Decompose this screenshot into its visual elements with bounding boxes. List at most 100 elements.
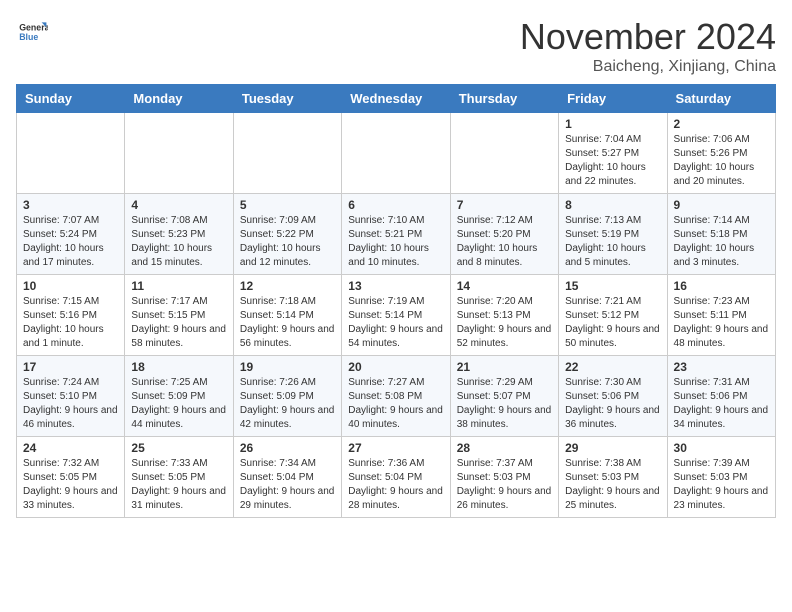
calendar-cell: 2 Sunrise: 7:06 AM Sunset: 5:26 PM Daylig…: [667, 113, 775, 194]
day-info: Sunrise: 7:18 AM Sunset: 5:14 PM Dayligh…: [240, 295, 335, 351]
day-info: Sunrise: 7:26 AM Sunset: 5:09 PM Dayligh…: [240, 376, 335, 432]
day-info: Sunrise: 7:24 AM Sunset: 5:10 PM Dayligh…: [23, 376, 118, 432]
calendar-cell: 24 Sunrise: 7:32 AM Sunset: 5:05 PM Dayli…: [17, 437, 125, 518]
calendar-cell: [233, 113, 341, 194]
day-number: 9: [674, 198, 769, 212]
location: Baicheng, Xinjiang, China: [520, 58, 776, 76]
day-info: Sunrise: 7:20 AM Sunset: 5:13 PM Dayligh…: [457, 295, 552, 351]
calendar-cell: 25Sunrise: 7:33 AM Sunset: 5:05 PM Dayli…: [125, 437, 233, 518]
svg-text:Blue: Blue: [19, 32, 38, 42]
calendar-cell: 7 Sunrise: 7:12 AM Sunset: 5:20 PM Daylig…: [450, 194, 558, 275]
day-number: 23: [674, 360, 769, 374]
day-number: 7: [457, 198, 552, 212]
day-info: Sunrise: 7:13 AM Sunset: 5:19 PM Dayligh…: [565, 214, 660, 270]
logo-icon: General Blue: [16, 16, 48, 48]
day-info: Sunrise: 7:21 AM Sunset: 5:12 PM Dayligh…: [565, 295, 660, 351]
calendar-cell: 10Sunrise: 7:15 AM Sunset: 5:16 PM Dayli…: [17, 275, 125, 356]
calendar-day-header: Friday: [559, 85, 667, 113]
day-info: Sunrise: 7:25 AM Sunset: 5:09 PM Dayligh…: [131, 376, 226, 432]
day-number: 5: [240, 198, 335, 212]
day-number: 8: [565, 198, 660, 212]
day-number: 21: [457, 360, 552, 374]
day-number: 27: [348, 441, 443, 455]
day-info: Sunrise: 7:34 AM Sunset: 5:04 PM Dayligh…: [240, 457, 335, 513]
day-info: Sunrise: 7:39 AM Sunset: 5:03 PM Dayligh…: [674, 457, 769, 513]
day-number: 15: [565, 279, 660, 293]
day-info: Sunrise: 7:33 AM Sunset: 5:05 PM Dayligh…: [131, 457, 226, 513]
day-info: Sunrise: 7:29 AM Sunset: 5:07 PM Dayligh…: [457, 376, 552, 432]
day-number: 28: [457, 441, 552, 455]
calendar-cell: [450, 113, 558, 194]
day-number: 22: [565, 360, 660, 374]
day-info: Sunrise: 7:17 AM Sunset: 5:15 PM Dayligh…: [131, 295, 226, 351]
calendar-day-header: Thursday: [450, 85, 558, 113]
day-number: 12: [240, 279, 335, 293]
day-info: Sunrise: 7:32 AM Sunset: 5:05 PM Dayligh…: [23, 457, 118, 513]
calendar-cell: 27 Sunrise: 7:36 AM Sunset: 5:04 PM Dayli…: [342, 437, 450, 518]
day-info: Sunrise: 7:31 AM Sunset: 5:06 PM Dayligh…: [674, 376, 769, 432]
calendar-cell: 11 Sunrise: 7:17 AM Sunset: 5:15 PM Dayli…: [125, 275, 233, 356]
day-info: Sunrise: 7:15 AM Sunset: 5:16 PM Dayligh…: [23, 295, 118, 351]
calendar-cell: 26Sunrise: 7:34 AM Sunset: 5:04 PM Dayli…: [233, 437, 341, 518]
day-number: 4: [131, 198, 226, 212]
day-number: 16: [674, 279, 769, 293]
calendar-cell: 21 Sunrise: 7:29 AM Sunset: 5:07 PM Dayli…: [450, 356, 558, 437]
calendar-cell: [125, 113, 233, 194]
day-info: Sunrise: 7:07 AM Sunset: 5:24 PM Dayligh…: [23, 214, 118, 270]
day-info: Sunrise: 7:19 AM Sunset: 5:14 PM Dayligh…: [348, 295, 443, 351]
calendar-cell: 28 Sunrise: 7:37 AM Sunset: 5:03 PM Dayli…: [450, 437, 558, 518]
calendar-cell: 5 Sunrise: 7:09 AM Sunset: 5:22 PM Daylig…: [233, 194, 341, 275]
calendar-cell: 8 Sunrise: 7:13 AM Sunset: 5:19 PM Daylig…: [559, 194, 667, 275]
calendar-week-row: 3 Sunrise: 7:07 AM Sunset: 5:24 PM Daylig…: [17, 194, 776, 275]
calendar-day-header: Saturday: [667, 85, 775, 113]
calendar-cell: 1Sunrise: 7:04 AM Sunset: 5:27 PM Daylig…: [559, 113, 667, 194]
day-info: Sunrise: 7:27 AM Sunset: 5:08 PM Dayligh…: [348, 376, 443, 432]
page-header: General Blue November 2024 Baicheng, Xin…: [16, 16, 776, 76]
calendar-cell: 19Sunrise: 7:26 AM Sunset: 5:09 PM Dayli…: [233, 356, 341, 437]
day-info: Sunrise: 7:04 AM Sunset: 5:27 PM Dayligh…: [565, 133, 660, 189]
day-number: 11: [131, 279, 226, 293]
day-number: 20: [348, 360, 443, 374]
calendar-cell: 3 Sunrise: 7:07 AM Sunset: 5:24 PM Daylig…: [17, 194, 125, 275]
day-info: Sunrise: 7:08 AM Sunset: 5:23 PM Dayligh…: [131, 214, 226, 270]
day-info: Sunrise: 7:37 AM Sunset: 5:03 PM Dayligh…: [457, 457, 552, 513]
day-number: 6: [348, 198, 443, 212]
day-number: 13: [348, 279, 443, 293]
day-number: 3: [23, 198, 118, 212]
calendar-day-header: Monday: [125, 85, 233, 113]
calendar-day-header: Tuesday: [233, 85, 341, 113]
calendar: SundayMondayTuesdayWednesdayThursdayFrid…: [16, 84, 776, 518]
day-number: 18: [131, 360, 226, 374]
month-title: November 2024: [520, 16, 776, 58]
day-number: 2: [674, 117, 769, 131]
day-info: Sunrise: 7:14 AM Sunset: 5:18 PM Dayligh…: [674, 214, 769, 270]
day-number: 29: [565, 441, 660, 455]
calendar-week-row: 24 Sunrise: 7:32 AM Sunset: 5:05 PM Dayli…: [17, 437, 776, 518]
calendar-cell: 17Sunrise: 7:24 AM Sunset: 5:10 PM Dayli…: [17, 356, 125, 437]
day-number: 30: [674, 441, 769, 455]
day-info: Sunrise: 7:06 AM Sunset: 5:26 PM Dayligh…: [674, 133, 769, 189]
day-number: 24: [23, 441, 118, 455]
calendar-cell: 13 Sunrise: 7:19 AM Sunset: 5:14 PM Dayli…: [342, 275, 450, 356]
day-info: Sunrise: 7:09 AM Sunset: 5:22 PM Dayligh…: [240, 214, 335, 270]
calendar-week-row: 1Sunrise: 7:04 AM Sunset: 5:27 PM Daylig…: [17, 113, 776, 194]
calendar-cell: 18 Sunrise: 7:25 AM Sunset: 5:09 PM Dayli…: [125, 356, 233, 437]
day-number: 14: [457, 279, 552, 293]
day-info: Sunrise: 7:12 AM Sunset: 5:20 PM Dayligh…: [457, 214, 552, 270]
calendar-cell: [342, 113, 450, 194]
day-info: Sunrise: 7:38 AM Sunset: 5:03 PM Dayligh…: [565, 457, 660, 513]
calendar-cell: 14 Sunrise: 7:20 AM Sunset: 5:13 PM Dayli…: [450, 275, 558, 356]
calendar-cell: 6Sunrise: 7:10 AM Sunset: 5:21 PM Daylig…: [342, 194, 450, 275]
day-info: Sunrise: 7:36 AM Sunset: 5:04 PM Dayligh…: [348, 457, 443, 513]
calendar-cell: 20 Sunrise: 7:27 AM Sunset: 5:08 PM Dayli…: [342, 356, 450, 437]
calendar-cell: [17, 113, 125, 194]
calendar-week-row: 17Sunrise: 7:24 AM Sunset: 5:10 PM Dayli…: [17, 356, 776, 437]
calendar-header-row: SundayMondayTuesdayWednesdayThursdayFrid…: [17, 85, 776, 113]
calendar-cell: 23 Sunrise: 7:31 AM Sunset: 5:06 PM Dayli…: [667, 356, 775, 437]
logo: General Blue: [16, 16, 48, 48]
calendar-day-header: Wednesday: [342, 85, 450, 113]
calendar-cell: 29 Sunrise: 7:38 AM Sunset: 5:03 PM Dayli…: [559, 437, 667, 518]
calendar-cell: 15 Sunrise: 7:21 AM Sunset: 5:12 PM Dayli…: [559, 275, 667, 356]
day-info: Sunrise: 7:23 AM Sunset: 5:11 PM Dayligh…: [674, 295, 769, 351]
calendar-cell: 22Sunrise: 7:30 AM Sunset: 5:06 PM Dayli…: [559, 356, 667, 437]
